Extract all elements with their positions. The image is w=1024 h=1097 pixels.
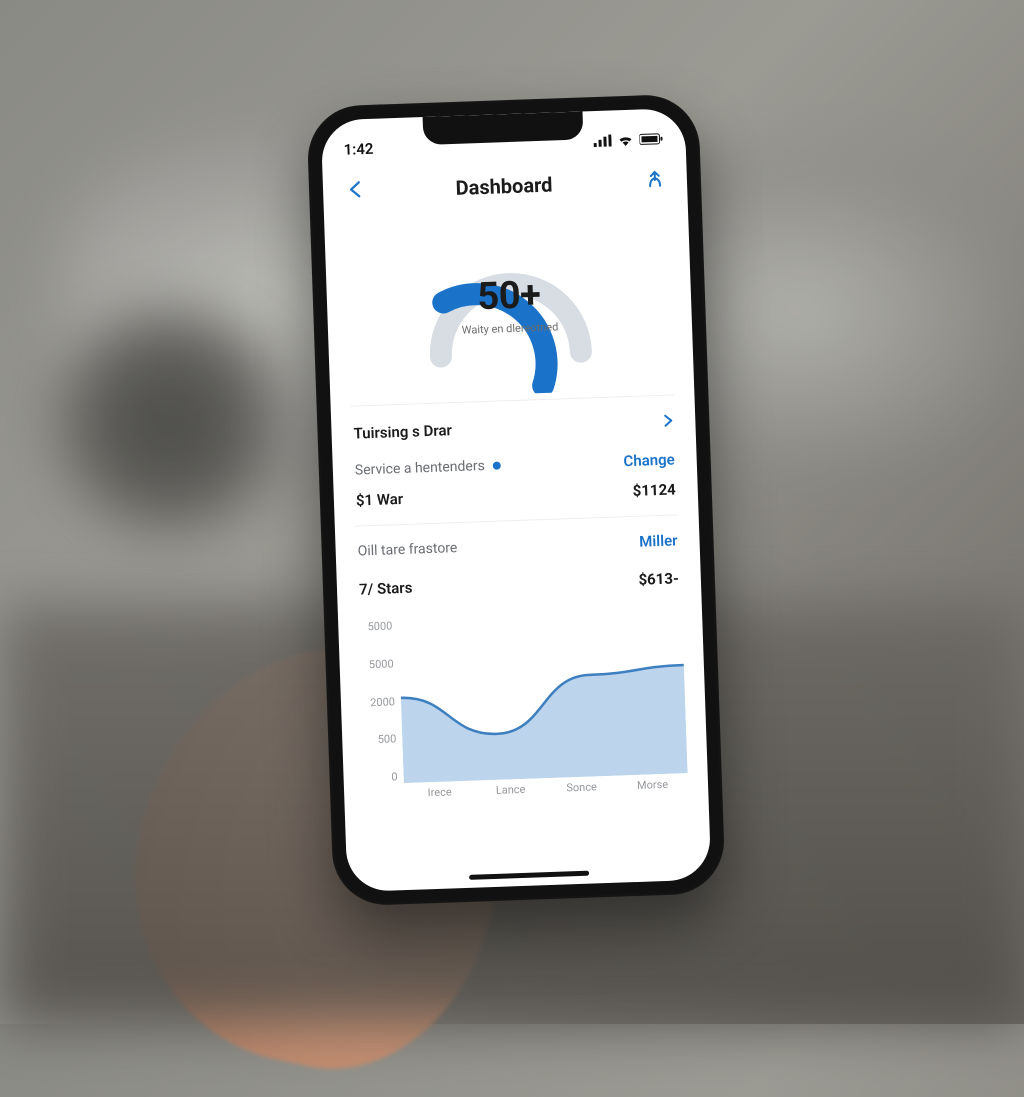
back-button[interactable] (341, 175, 368, 208)
area-chart[interactable]: 5000500020005000 IreceLanceSonceMorse (358, 609, 688, 810)
row-label: $1 War (356, 490, 404, 510)
phone-frame: 1:42 Dashboard (306, 93, 726, 906)
miller-link[interactable]: Miller (639, 531, 678, 550)
share-icon (647, 170, 664, 189)
status-dot-icon (493, 462, 501, 470)
arrow-left-icon (347, 180, 362, 198)
row-subtext: Oill tare frastore (357, 540, 457, 559)
chevron-right-icon (663, 411, 674, 432)
row-value: $1124 (632, 480, 676, 499)
battery-icon (639, 133, 663, 146)
row-label: Tuirsing s Drar (353, 421, 452, 442)
gauge-value: 50+ (408, 271, 609, 322)
change-link[interactable]: Change (623, 450, 675, 470)
row-label: 7/ Stars (359, 579, 413, 599)
phone-screen: 1:42 Dashboard (321, 108, 712, 892)
content-area: 50+ Waity en dlereotned Tuirsing s Drar … (324, 210, 711, 892)
status-time: 1:42 (343, 140, 373, 159)
nav-action-button[interactable] (640, 164, 669, 197)
phone-notch (423, 111, 584, 145)
row-subtext: Service a hentenders (355, 458, 485, 479)
page-title: Dashboard (455, 173, 553, 200)
chart-x-ticks: IreceLanceSonceMorse (404, 777, 689, 809)
gauge-widget[interactable]: 50+ Waity en dlereotned (406, 221, 612, 398)
wifi-icon (617, 134, 633, 147)
chart-y-ticks: 5000500020005000 (358, 619, 404, 784)
signal-icon (593, 134, 611, 147)
row-value: $613- (638, 569, 679, 588)
